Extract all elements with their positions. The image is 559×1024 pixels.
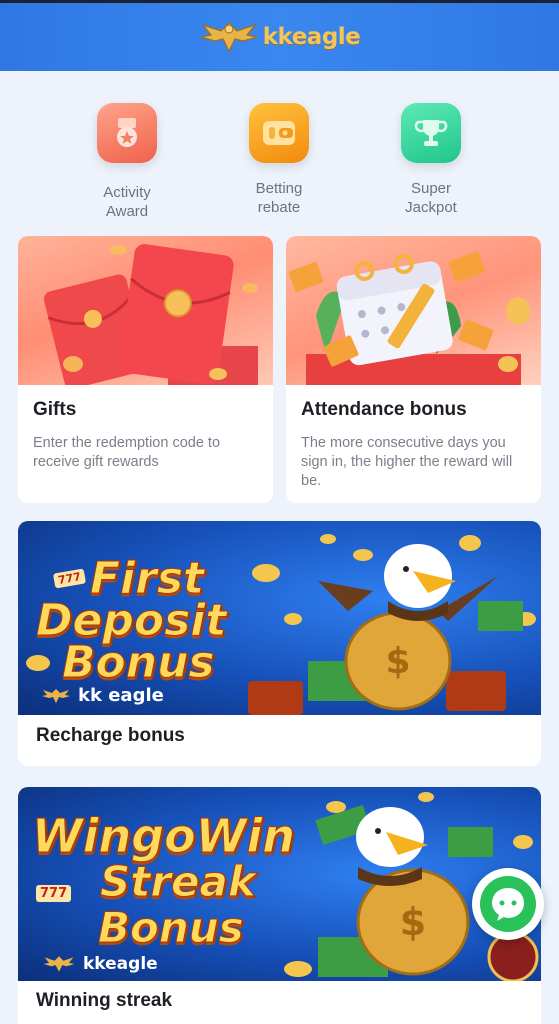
banner-brand-text: kk eagle	[78, 685, 164, 706]
banner-brand-text: kkeagle	[83, 954, 158, 974]
svg-text:$: $	[385, 641, 410, 682]
quick-item-activity-award[interactable]: Activity Award	[62, 103, 192, 221]
card-title: Gifts	[33, 399, 77, 420]
eagle-logo-icon	[200, 22, 257, 53]
wingowin-banner: $ WingoWin Streak Bonus 777 kkeagle	[18, 787, 541, 981]
eagle-logo-icon	[43, 956, 75, 972]
banner-line3: Bonus	[98, 903, 245, 952]
banner-line3: Bonus	[62, 637, 216, 688]
quick-item-super-jackpot[interactable]: Super Jackpot	[366, 103, 496, 217]
card-title: Winning streak	[36, 990, 173, 1011]
quick-item-label: Activity Award	[103, 184, 151, 220]
card-title: Recharge bonus	[36, 725, 185, 746]
card-description: Enter the redemption code to receive gif…	[33, 435, 221, 470]
gifts-image	[18, 236, 273, 385]
attendance-card[interactable]: Attendance bonus The more consecutive da…	[286, 236, 541, 503]
quick-item-label: Super Jackpot	[405, 180, 457, 216]
first-deposit-banner: $ First Deposit Bonus 777 kk eagle	[18, 521, 541, 715]
recharge-bonus-card[interactable]: $ First Deposit Bonus 777 kk eagle Recha…	[18, 521, 541, 766]
calendar-icon	[288, 251, 530, 385]
quick-item-betting-rebate[interactable]: Betting rebate	[214, 103, 344, 217]
brand-logo[interactable]: kkeagle	[199, 17, 361, 57]
quick-menu: Activity Award Betting rebate Super Jack…	[0, 103, 559, 223]
quick-item-label: Betting rebate	[255, 180, 303, 216]
wallet-icon	[249, 103, 309, 163]
medal-icon	[97, 103, 157, 163]
gifts-card[interactable]: Gifts Enter the redemption code to recei…	[18, 236, 273, 503]
banner-brand: kk eagle	[38, 685, 164, 706]
brand-name: kkeagle	[262, 24, 361, 50]
svg-text:$: $	[400, 900, 426, 944]
trophy-icon	[401, 103, 461, 163]
red-envelope-icon	[43, 244, 258, 385]
card-description: The more consecutive days you sign in, t…	[301, 435, 513, 489]
app-header: kkeagle	[0, 0, 559, 71]
banner-line1: WingoWin	[31, 809, 296, 863]
banner-brand: kkeagle	[38, 953, 158, 975]
eagle-logo-icon	[42, 688, 70, 703]
attendance-image	[286, 236, 541, 385]
banner-line2: Streak	[100, 857, 257, 906]
chat-icon	[480, 876, 536, 932]
card-title: Attendance bonus	[301, 399, 467, 420]
chat-support-button[interactable]	[472, 868, 544, 940]
winning-streak-card[interactable]: $ WingoWin Streak Bonus 777 kkeagle Winn…	[18, 787, 541, 1024]
slot-badge: 777	[36, 885, 72, 902]
